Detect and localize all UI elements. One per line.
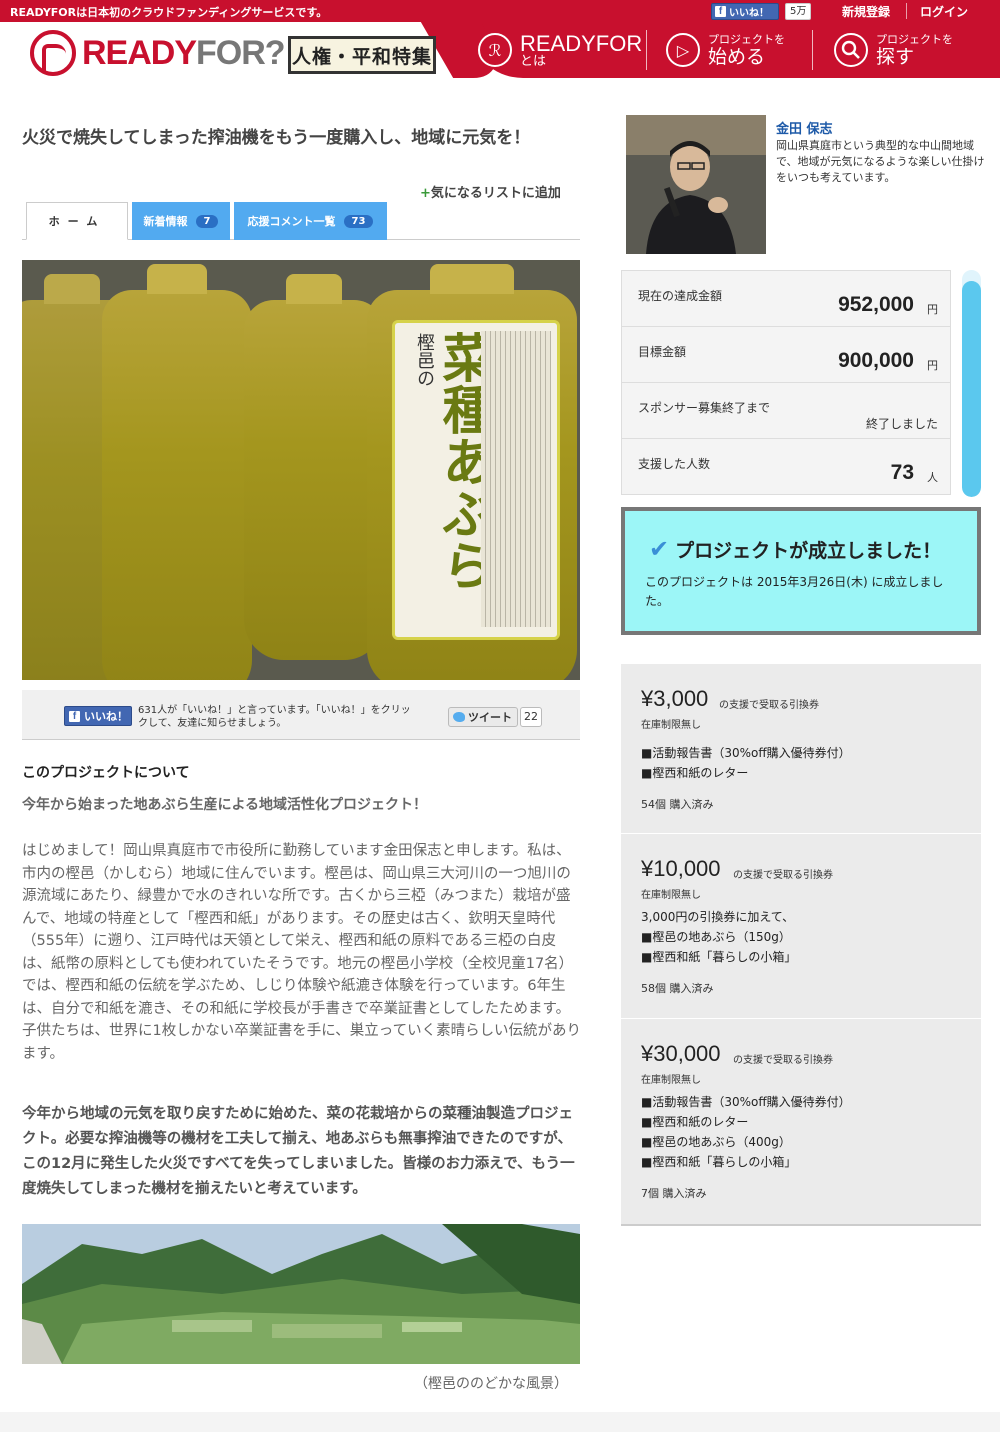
backers-value: 73 [890, 461, 914, 484]
owner-name[interactable]: 金田 保志 [776, 118, 833, 137]
stat-current-amount: 現在の達成金額 952,000 円 [622, 271, 950, 327]
footer-strip [0, 1412, 1000, 1432]
login-link[interactable]: ログイン [920, 3, 968, 20]
success-title: ✔ プロジェクトが成立しました！ [649, 535, 942, 563]
stat-deadline: スポンサー募集終了まで 終了しました [622, 383, 950, 439]
photo-caption: （樫邑ののどかな風景） [414, 1376, 568, 1392]
owner-avatar[interactable] [626, 115, 766, 254]
bottle-label-fine-print [481, 331, 551, 627]
tab-news-count: 7 [195, 214, 219, 228]
stat-goal-amount: 目標金額 900,000 円 [622, 327, 950, 383]
funding-stats: 現在の達成金額 952,000 円 目標金額 900,000 円 スポンサー募集… [621, 270, 951, 495]
tweet-button[interactable]: ツイート [448, 707, 518, 727]
add-to-watchlist-link[interactable]: +気になるリストに追加 [420, 182, 561, 201]
plus-icon: + [420, 186, 431, 201]
facebook-like-count: 5万 [785, 3, 812, 20]
project-title: 火災で焼失してしまった搾油機をもう一度購入し、地域に元気を！ [22, 128, 531, 148]
play-icon: ▷ [666, 33, 700, 67]
tab-comments[interactable]: 応援コメント一覧 73 [234, 202, 387, 240]
top-bar: READYFORは日本初のクラウドファンディングサービスです。 f いいね！ 5… [0, 0, 1000, 22]
readyfor-logo-icon [30, 30, 76, 76]
nav-separator [812, 30, 813, 70]
goal-amount-value: 900,000 [838, 349, 914, 372]
facebook-like-label: いいね！ [729, 8, 769, 19]
reward-price: ¥30,000 [641, 1041, 721, 1066]
project-main-photo: 樫邑の 菜種あぶら [22, 260, 580, 680]
facebook-like-button[interactable]: f いいね！ [64, 706, 132, 726]
body-paragraph: はじめまして！岡山県真庭市で市役所に勤務しています金田保志と申します。私は、市内… [22, 843, 582, 1062]
funding-progress-bar [962, 270, 981, 497]
facebook-like-text: 631人が「いいね！」と言っています。「いいね！」をクリックして、友達に知らせま… [138, 705, 411, 729]
tweet-count: 22 [520, 707, 542, 727]
logo-wordmark: READYFOR? [82, 33, 286, 72]
success-text: このプロジェクトは 2015年3月26日(木) に成立しました。 [645, 575, 944, 608]
tab-home[interactable]: ホーム [26, 202, 128, 240]
nav-start-project[interactable]: ▷ プロジェクトを 始める [666, 26, 785, 74]
landscape-illustration [22, 1224, 580, 1364]
reward-price: ¥3,000 [641, 686, 709, 711]
owner-bio: 岡山県真庭市という典型的な中山間地域で、地域が元気になるような楽しい仕掛けをいつ… [776, 139, 985, 184]
checkmark-icon: ✔ [649, 535, 670, 563]
signup-link[interactable]: 新規登録 [842, 3, 890, 20]
about-subheading: 今年から始まった地あぶら生産による地域活性化プロジェクト！ [22, 797, 428, 813]
facebook-icon: f [69, 710, 80, 722]
site-tagline: READYFORは日本初のクラウドファンディングサービスです。 [10, 6, 328, 19]
twitter-icon [453, 712, 465, 722]
body-paragraph-bold: 今年から地域の元気を取り戻すために始めた、菜の花栽培からの菜種油製造プロジェクト… [22, 1106, 575, 1197]
facebook-like-button[interactable]: f いいね！ [711, 3, 779, 20]
reward-card[interactable]: ¥10,000 の支援で受取る引換券 在庫制限無し 3,000円の引換券に加えて… [621, 834, 981, 1019]
readyfor-circle-icon: ℛ [478, 33, 512, 67]
campaign-badge[interactable]: 人権・平和特集 [288, 36, 436, 74]
project-success-box: ✔ プロジェクトが成立しました！ このプロジェクトは 2015年3月26日(木)… [621, 507, 981, 635]
nav-search-project[interactable]: プロジェクトを 探す [834, 26, 953, 74]
share-bar: f いいね！ 631人が「いいね！」と言っています。「いいね！」をクリックして、… [22, 690, 580, 740]
stat-backers: 支援した人数 73 人 [638, 457, 938, 484]
bottle-shape [244, 274, 384, 660]
nav-separator [646, 30, 647, 70]
bottle-shape [102, 264, 252, 680]
current-amount-value: 952,000 [838, 293, 914, 316]
tab-comments-count: 73 [343, 214, 374, 228]
reward-price: ¥10,000 [641, 856, 721, 881]
top-separator [906, 3, 907, 19]
tab-news[interactable]: 新着情報 7 [132, 202, 230, 240]
funding-progress-fill [962, 281, 981, 497]
search-icon [834, 33, 868, 67]
nav-about-readyfor[interactable]: ℛ READYFOR とは [478, 26, 642, 74]
deadline-value: 終了しました [865, 417, 938, 431]
bottle-label: 樫邑の 菜種あぶら [392, 320, 560, 640]
site-logo[interactable]: READYFOR? [30, 30, 286, 76]
landscape-photo [22, 1224, 580, 1364]
owner-portrait [626, 115, 766, 254]
project-tabs: ホーム 新着情報 7 応援コメント一覧 73 [22, 202, 580, 240]
reward-card[interactable]: ¥30,000 の支援で受取る引換券 在庫制限無し ■活動報告書（30%off購… [621, 1019, 981, 1226]
facebook-icon: f [715, 6, 726, 17]
reward-list: ¥3,000 の支援で受取る引換券 在庫制限無し ■活動報告書（30%off購入… [621, 664, 981, 1226]
reward-card[interactable]: ¥3,000 の支援で受取る引換券 在庫制限無し ■活動報告書（30%off購入… [621, 664, 981, 834]
about-heading: このプロジェクトについて [22, 765, 190, 781]
